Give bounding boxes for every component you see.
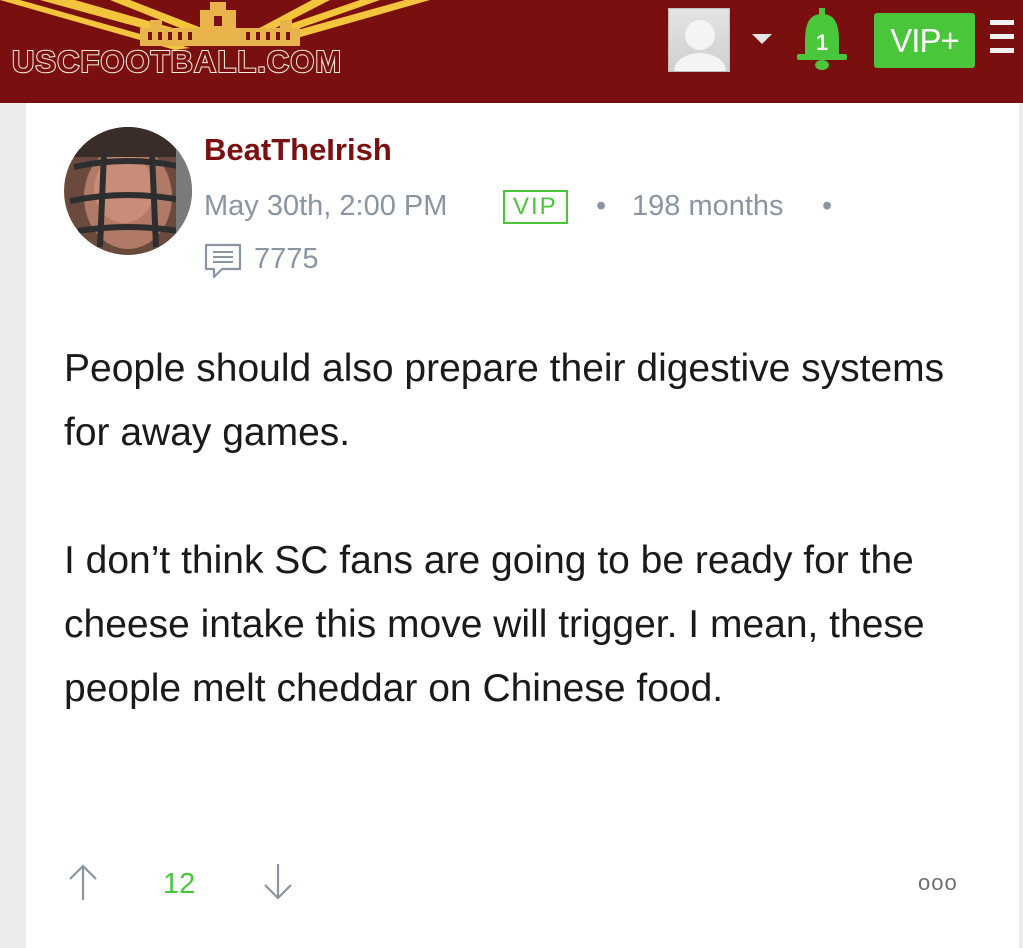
post-username[interactable]: BeatTheIrish — [204, 132, 392, 168]
meta-separator: • — [596, 190, 607, 222]
more-options-icon[interactable]: ooo — [918, 870, 958, 896]
downvote-arrow-icon[interactable] — [261, 862, 295, 902]
membership-duration: 198 months — [632, 190, 784, 222]
post-date: May 30th, 2:00 PM — [204, 190, 448, 222]
user-post-count: 7775 — [254, 243, 319, 275]
notifications-bell-icon[interactable]: 1 — [795, 8, 849, 72]
site-logo[interactable]: USCFOOTBALL.COM — [0, 0, 440, 103]
caret-down-icon[interactable] — [752, 34, 772, 44]
logo-text: USCFOOTBALL.COM — [11, 43, 343, 80]
vip-plus-button[interactable]: VIP+ — [874, 13, 975, 68]
upvote-arrow-icon[interactable] — [66, 862, 100, 902]
site-header: USCFOOTBALL.COM 1 VIP+ — [0, 0, 1023, 103]
post-paragraph: I don’t think SC fans are going to be re… — [64, 539, 925, 710]
notification-count: 1 — [815, 30, 829, 55]
vip-badge: VIP — [503, 190, 568, 224]
comment-icon — [204, 243, 242, 279]
hamburger-menu-icon[interactable] — [990, 16, 1020, 60]
poster-avatar[interactable] — [64, 127, 192, 255]
vote-score: 12 — [163, 868, 196, 900]
meta-separator: • — [822, 190, 833, 222]
user-avatar-icon[interactable] — [668, 8, 730, 72]
post-paragraph: People should also prepare their digesti… — [64, 347, 945, 454]
post-body: People should also prepare their digesti… — [64, 337, 994, 785]
